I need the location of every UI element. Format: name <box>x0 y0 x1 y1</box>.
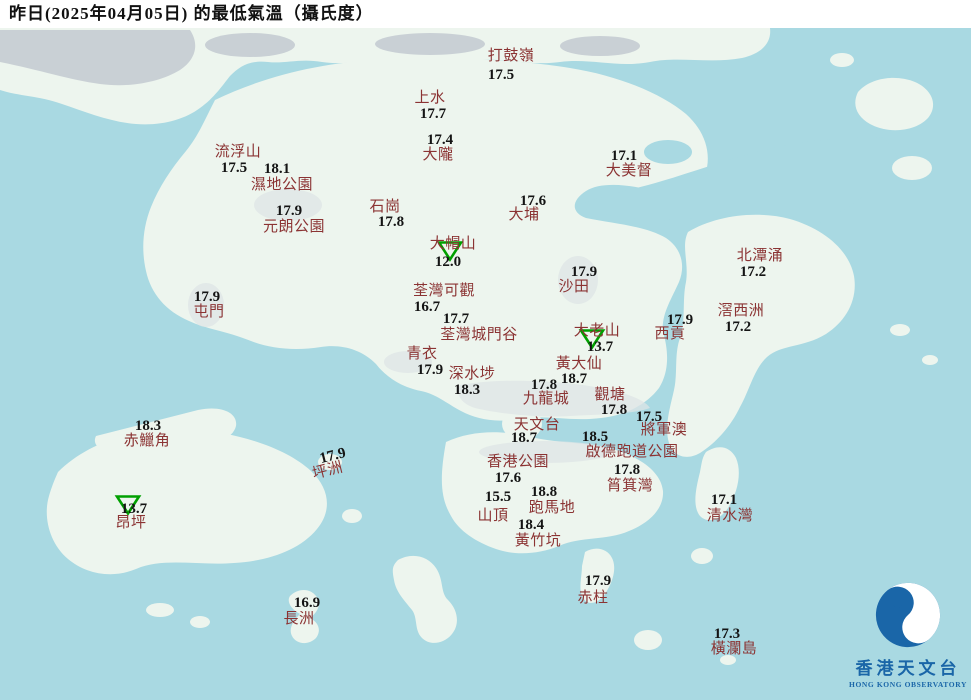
station-name: 石崗 <box>369 199 401 215</box>
po-toi-island <box>634 630 662 650</box>
station-name: 黃竹坑 <box>514 533 562 549</box>
station-name: 跑馬地 <box>528 500 576 516</box>
hei-ling-chau-island <box>342 509 362 523</box>
station-name: 長洲 <box>283 611 315 627</box>
title-bar: 昨日(2025年04月05日) 的最低氣溫（攝氏度） <box>0 0 971 28</box>
station-temperature: 18.4 <box>517 517 545 533</box>
station-name: 濕地公園 <box>250 177 314 193</box>
station-temperature: 17.9 <box>416 362 444 378</box>
station-name: 荃灣可觀 <box>412 283 476 299</box>
soko-island-2 <box>190 616 210 628</box>
station-temperature: 17.8 <box>600 402 628 418</box>
station-temperature: 17.9 <box>584 573 612 589</box>
station-temperature: 12.0 <box>434 254 462 270</box>
plover-cove-reservoir <box>644 140 692 164</box>
station-temperature: 17.8 <box>613 462 641 478</box>
station-name: 大隴 <box>422 147 454 163</box>
station-name: 昂坪 <box>115 515 147 531</box>
station-name: 香港公園 <box>486 454 550 470</box>
mirs-bay-island <box>892 156 932 180</box>
station-name: 天文台 <box>513 417 561 433</box>
station-temperature: 13.7 <box>586 339 614 355</box>
station-temperature: 17.5 <box>220 160 248 176</box>
station-name: 觀塘 <box>594 387 626 403</box>
hko-logo: 香港天文台 HONG KONG OBSERVATORY <box>845 580 971 689</box>
station-name: 山頂 <box>477 508 509 524</box>
station-name: 赤柱 <box>577 590 609 606</box>
station-temperature: 17.8 <box>377 214 405 230</box>
hko-logo-name-zh: 香港天文台 <box>855 659 961 678</box>
station-name: 橫瀾島 <box>710 641 758 657</box>
station-temperature: 16.9 <box>293 595 321 611</box>
station-name: 上水 <box>414 90 446 106</box>
station-name: 啟德跑道公園 <box>585 444 679 460</box>
hko-logo-name-en: HONG KONG OBSERVATORY <box>849 680 967 689</box>
station-temperature: 18.8 <box>530 484 558 500</box>
map-title: 昨日(2025年04月05日) 的最低氣溫（攝氏度） <box>9 4 374 23</box>
shenzhen-urban-4 <box>560 36 640 56</box>
station-name: 青衣 <box>406 346 438 362</box>
station-temperature: 17.9 <box>275 203 303 219</box>
hong-kong-map <box>0 0 971 700</box>
station-name: 九龍城 <box>522 391 570 407</box>
station-temperature: 16.7 <box>413 299 441 315</box>
station-name: 流浮山 <box>214 144 262 160</box>
station-temperature: 17.2 <box>724 319 752 335</box>
station-temperature: 17.6 <box>494 470 522 486</box>
station-name: 荃灣城門谷 <box>440 327 518 343</box>
station-name: 沙田 <box>558 279 590 295</box>
station-name: 大老山 <box>573 323 621 339</box>
station-temperature: 17.2 <box>739 264 767 280</box>
station-name: 屯門 <box>193 304 225 320</box>
station-temperature: 17.5 <box>487 67 515 83</box>
station-name: 西貢 <box>654 326 686 342</box>
ninepin-island-2 <box>922 355 938 365</box>
station-temperature: 17.7 <box>419 106 447 122</box>
station-temperature: 17.1 <box>710 492 738 508</box>
station-name: 清水灣 <box>706 508 754 524</box>
station-temperature: 15.5 <box>484 489 512 505</box>
weather-map: 昨日(2025年04月05日) 的最低氣溫（攝氏度） 17.5 打鼓嶺 17.7 上水… <box>0 0 971 700</box>
station-temperature: 18.3 <box>453 382 481 398</box>
tung-lung-island <box>691 548 713 564</box>
soko-island-1 <box>146 603 174 617</box>
mirs-bay-islet <box>830 53 854 67</box>
station-name: 北潭涌 <box>736 248 784 264</box>
ninepin-island-1 <box>890 324 910 336</box>
station-name: 打鼓嶺 <box>487 48 535 64</box>
station-name: 筲箕灣 <box>606 478 654 494</box>
station-name: 赤鱲角 <box>123 433 171 449</box>
hko-logo-icon <box>875 582 941 648</box>
station-name: 大埔 <box>508 207 540 223</box>
station-name: 元朗公園 <box>262 219 326 235</box>
shenzhen-urban-3 <box>375 33 485 55</box>
station-name: 黃大仙 <box>555 356 603 372</box>
station-temperature: 18.1 <box>263 161 291 177</box>
shenzhen-urban-2 <box>205 33 295 57</box>
station-name: 深水埗 <box>448 366 496 382</box>
station-name: 將軍澳 <box>640 422 688 438</box>
station-temperature: 18.7 <box>560 371 588 387</box>
station-name: 大美督 <box>605 163 653 179</box>
station-name: 滘西洲 <box>717 303 765 319</box>
station-name: 大帽山 <box>429 236 477 252</box>
station-temperature: 17.7 <box>442 311 470 327</box>
